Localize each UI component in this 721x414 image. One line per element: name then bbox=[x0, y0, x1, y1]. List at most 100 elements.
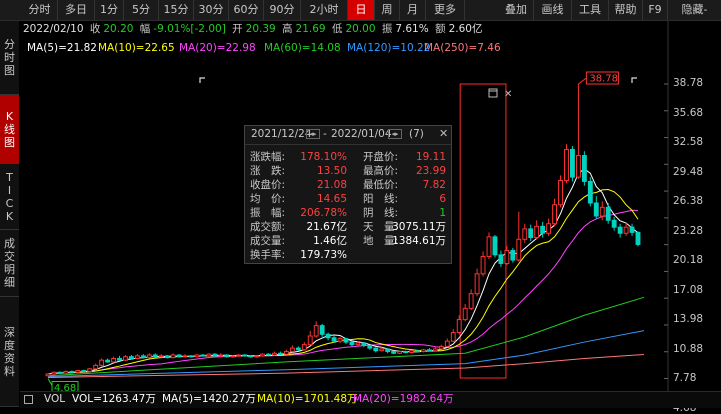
candle-body bbox=[254, 355, 260, 358]
candle-body bbox=[63, 370, 69, 374]
candle-body bbox=[397, 351, 403, 354]
candle-body bbox=[355, 342, 361, 346]
candle-body bbox=[534, 225, 540, 239]
candle-body bbox=[564, 148, 569, 182]
candle-body bbox=[486, 236, 492, 258]
candle-body bbox=[236, 354, 242, 357]
price-tick-label: 26.38 bbox=[673, 195, 704, 207]
ma-line-MA(60) bbox=[47, 296, 645, 377]
volume-ma-item: MA(10)=1701.48万 bbox=[257, 393, 358, 405]
candle-body bbox=[438, 345, 444, 350]
candle-body bbox=[134, 355, 140, 359]
popup-label: 成交额: bbox=[250, 221, 286, 233]
candle-body bbox=[343, 338, 349, 343]
candle-body bbox=[99, 359, 105, 366]
candle-body bbox=[170, 354, 176, 359]
candle-body bbox=[558, 180, 563, 206]
popup-value: 21.67亿 bbox=[306, 221, 347, 233]
popup-value: 3075.11万 bbox=[392, 221, 446, 233]
popup-close-icon[interactable]: ✕ bbox=[439, 127, 448, 140]
candle-body bbox=[480, 256, 486, 275]
popup-label: 成交量: bbox=[250, 235, 286, 247]
popup-row: 涨 跌: 13.50 最高价: 23.99 bbox=[250, 164, 450, 178]
candle-body bbox=[468, 293, 474, 309]
candle-body bbox=[111, 357, 116, 363]
candle-body bbox=[552, 204, 558, 225]
range-end-date: 2022/01/04 bbox=[331, 128, 392, 140]
candle-body bbox=[492, 236, 498, 256]
range-separator: - bbox=[323, 128, 327, 140]
candle-body bbox=[51, 371, 57, 375]
popup-value: 13.50 bbox=[316, 165, 347, 177]
candle-body bbox=[218, 354, 224, 357]
popup-value: 1.46亿 bbox=[313, 235, 347, 247]
popup-value: 6 bbox=[439, 193, 446, 205]
candle-body bbox=[349, 341, 355, 346]
candle-body bbox=[158, 355, 164, 358]
range-start-date: 2021/12/24 bbox=[251, 128, 312, 140]
volume-ma-item: VOL=1263.47万 bbox=[72, 393, 156, 405]
candle-body bbox=[510, 250, 516, 261]
popup-value: 1384.61万 bbox=[392, 235, 446, 247]
candle-body bbox=[93, 364, 99, 370]
candle-body bbox=[421, 349, 426, 353]
candle-body bbox=[260, 353, 265, 357]
popup-value: 21.08 bbox=[316, 179, 347, 191]
candle-body bbox=[373, 347, 379, 352]
popup-label: 收盘价: bbox=[250, 179, 286, 191]
candle-body bbox=[415, 350, 420, 353]
selection-close-icon: ✕ bbox=[504, 89, 512, 100]
popup-row: 成交额: 21.67亿天 量: 3075.11万 bbox=[250, 220, 450, 234]
price-tick-label: 20.18 bbox=[673, 254, 704, 266]
price-tick-label: 17.08 bbox=[673, 283, 704, 296]
candle-body bbox=[474, 273, 480, 295]
popup-label: 涨 跌: bbox=[250, 165, 286, 177]
candle-body bbox=[599, 206, 605, 217]
price-tick-label: 38.78 bbox=[673, 77, 704, 89]
popup-label: 振 幅: bbox=[250, 207, 286, 219]
candle-body bbox=[629, 226, 635, 233]
corner-mark-icon bbox=[199, 77, 205, 83]
candle-body bbox=[289, 347, 295, 353]
candle-body bbox=[224, 354, 230, 358]
popup-label: 涨跌幅: bbox=[250, 151, 286, 163]
popup-row: 振 幅: 206.78% 阴 线: 1 bbox=[250, 206, 450, 220]
candle-body bbox=[331, 337, 337, 342]
candle-body bbox=[75, 370, 81, 373]
popup-value: 206.78% bbox=[300, 207, 347, 219]
candle-body bbox=[194, 354, 200, 358]
price-tick-label: 32.58 bbox=[673, 136, 704, 148]
high-marker-label: 38.78 bbox=[589, 74, 618, 85]
popup-row: 均 价: 14.65 阳 线: 6 bbox=[250, 192, 450, 206]
candle-body bbox=[87, 368, 93, 372]
candle-body bbox=[45, 373, 51, 377]
candle-body bbox=[272, 352, 277, 356]
price-tick-label: 13.98 bbox=[673, 313, 704, 325]
candle-body bbox=[540, 225, 546, 234]
low-marker-leader bbox=[47, 378, 53, 386]
volume-header: VOL VOL=1263.47万 MA(5)=1420.27万 MA(10)=170… bbox=[20, 391, 721, 408]
volume-ma-item: MA(20)=1982.64万 bbox=[353, 393, 454, 405]
candle-body bbox=[504, 250, 510, 264]
candle-body bbox=[301, 344, 307, 351]
candle-body bbox=[444, 340, 450, 347]
candle-body bbox=[164, 355, 170, 359]
candle-body bbox=[212, 353, 218, 357]
price-tick-label: 7.78 bbox=[673, 372, 697, 384]
range-start-arrows-icon[interactable]: ◂▸ bbox=[306, 129, 320, 139]
volume-ma-item: MA(5)=1420.27万 bbox=[162, 393, 256, 405]
popup-value: 178.10% bbox=[300, 151, 347, 163]
candle-body bbox=[426, 349, 432, 352]
candle-body bbox=[117, 357, 122, 361]
candle-body bbox=[295, 347, 301, 351]
price-tick-label: 10.88 bbox=[673, 342, 704, 355]
selection-window-icon bbox=[488, 88, 498, 98]
candle-body bbox=[319, 325, 325, 335]
candle-body bbox=[385, 348, 391, 353]
popup-row: 收盘价: 21.08 最低价: 7.82 bbox=[250, 178, 450, 192]
candle-body bbox=[277, 352, 283, 355]
candle-body bbox=[611, 219, 617, 228]
candle-body bbox=[200, 354, 206, 357]
range-stats-popup: 2021/12/24 ◂▸ - 2022/01/04 ◂▸ (7) ✕ 涨跌幅:… bbox=[244, 125, 452, 264]
range-end-arrows-icon[interactable]: ◂▸ bbox=[388, 129, 402, 139]
